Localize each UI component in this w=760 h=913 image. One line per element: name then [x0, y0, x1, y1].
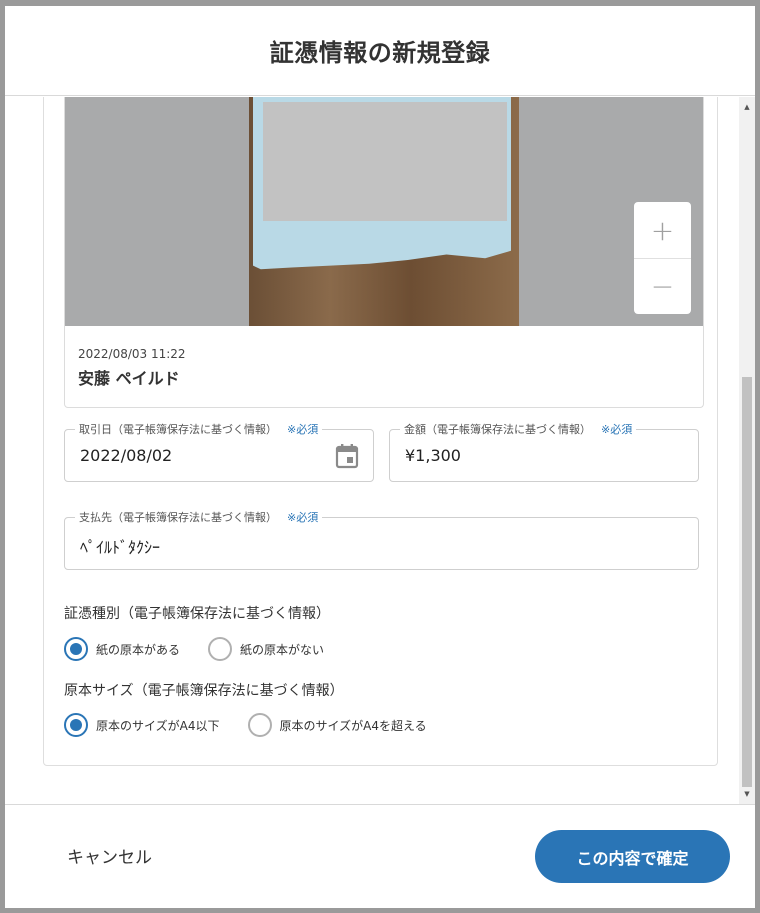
receipt-preview-card: + − 2022/08/03 11:22 安藤 ペイルド [64, 97, 704, 408]
amount-value: ¥1,300 [405, 446, 461, 465]
radio-label: 原本のサイズがA4を超える [279, 718, 427, 733]
amount-field[interactable]: 金額（電子帳簿保存法に基づく情報） ※必須 ¥1,300 [389, 421, 699, 482]
transaction-date-legend: 取引日（電子帳簿保存法に基づく情報） ※必須 [75, 421, 323, 437]
radio-size-a4-or-less[interactable]: 原本のサイズがA4以下 [64, 713, 220, 737]
amount-legend: 金額（電子帳簿保存法に基づく情報） ※必須 [400, 421, 637, 437]
minus-icon: − [650, 270, 675, 303]
radio-unchecked-icon[interactable] [247, 713, 272, 737]
radio-label: 紙の原本がある [96, 642, 181, 657]
dialog-title: 証憑情報の新規登録 [269, 39, 491, 67]
zoom-in-button[interactable]: + [634, 202, 691, 258]
dialog-footer: キャンセル この内容で確定 [5, 804, 755, 908]
radio-checked-icon[interactable] [64, 637, 88, 661]
calendar-icon[interactable] [335, 443, 359, 469]
document-type-label: 証憑種別（電子帳簿保存法に基づく情報） [64, 606, 330, 622]
scroll-down-arrow-icon[interactable]: ▼ [739, 787, 755, 801]
scroll-thumb[interactable] [742, 377, 752, 787]
confirm-button[interactable]: この内容で確定 [535, 830, 730, 883]
receipt-datetime: 2022/08/03 11:22 [78, 347, 186, 361]
vertical-scrollbar[interactable]: ▲ ▼ [739, 97, 755, 804]
original-size-radio-group: 原本のサイズがA4以下 原本のサイズがA4を超える [64, 713, 455, 737]
voucher-card: + − 2022/08/03 11:22 安藤 ペイルド 取引日（電子帳簿保存法… [43, 97, 718, 766]
payee-label: 支払先（電子帳簿保存法に基づく情報） [79, 511, 277, 524]
payee-field[interactable]: 支払先（電子帳簿保存法に基づく情報） ※必須 ﾍﾟｲﾙﾄﾞﾀｸｼｰ [64, 509, 699, 570]
zoom-controls: + − [634, 202, 691, 314]
register-voucher-dialog: 証憑情報の新規登録 + − 2022/08/03 11:22 安藤 ペイルド 取… [5, 6, 755, 908]
transaction-date-field[interactable]: 取引日（電子帳簿保存法に基づく情報） ※必須 2022/08/02 [64, 421, 374, 482]
original-size-label: 原本サイズ（電子帳簿保存法に基づく情報） [64, 683, 344, 699]
radio-size-over-a4[interactable]: 原本のサイズがA4を超える [247, 713, 427, 737]
radio-label: 原本のサイズがA4以下 [96, 718, 220, 733]
radio-paper-original-exists[interactable]: 紙の原本がある [64, 637, 180, 661]
radio-label: 紙の原本がない [240, 642, 325, 657]
receipt-image-viewer[interactable]: + − [65, 97, 703, 326]
plus-icon: + [650, 213, 675, 247]
document-type-radio-group: 紙の原本がある 紙の原本がない [64, 637, 352, 661]
radio-checked-icon[interactable] [64, 713, 88, 737]
dialog-header: 証憑情報の新規登録 [5, 6, 755, 96]
scroll-up-arrow-icon[interactable]: ▲ [739, 100, 755, 114]
required-mark: ※必須 [287, 423, 319, 436]
redacted-area [263, 102, 507, 221]
radio-no-paper-original[interactable]: 紙の原本がない [208, 637, 324, 661]
transaction-date-label: 取引日（電子帳簿保存法に基づく情報） [79, 423, 277, 436]
zoom-out-button[interactable]: − [634, 258, 691, 314]
cancel-button[interactable]: キャンセル [67, 843, 152, 868]
receipt-uploader-name: 安藤 ペイルド [78, 369, 180, 388]
receipt-photo [249, 97, 519, 326]
amount-label: 金額（電子帳簿保存法に基づく情報） [404, 423, 591, 436]
payee-value: ﾍﾟｲﾙﾄﾞﾀｸｼｰ [80, 538, 161, 557]
transaction-date-value: 2022/08/02 [80, 446, 173, 465]
radio-unchecked-icon[interactable] [208, 637, 233, 661]
payee-legend: 支払先（電子帳簿保存法に基づく情報） ※必須 [75, 509, 323, 525]
required-mark: ※必須 [287, 511, 319, 524]
required-mark: ※必須 [601, 423, 633, 436]
dialog-body: + − 2022/08/03 11:22 安藤 ペイルド 取引日（電子帳簿保存法… [5, 97, 755, 804]
